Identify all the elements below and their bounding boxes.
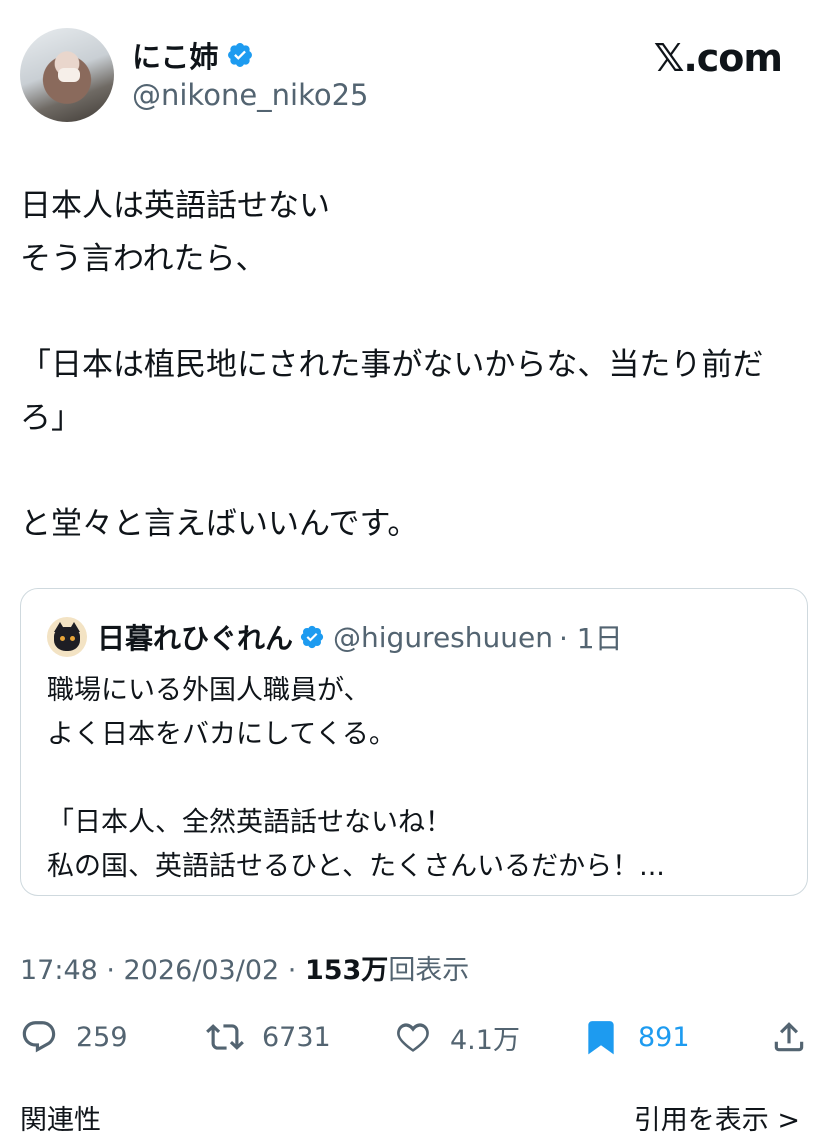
action-bar: 259 6731 4.1万 891 [20,1012,810,1062]
like-count: 4.1万 [450,1024,520,1056]
heart-icon [397,1023,429,1052]
reply-icon [22,1021,56,1053]
retweet-icon [206,1024,244,1050]
tweet-text: 日本人は英語話せない そう言われたら、 「日本は植民地にされた事がないからな、当… [20,188,764,542]
quoted-tweet-time: · 1日 [558,622,623,655]
like-button[interactable]: 4.1万 [394,1012,520,1062]
bookmark-icon [588,1021,614,1055]
view-quotes-link[interactable]: 引用を表示 > [634,1098,800,1137]
share-icon [774,1022,804,1052]
quoted-tweet-card[interactable]: 日暮れひぐれん @higureshuuen · 1日 職場にいる外国人職員が、 … [20,588,808,896]
tweet-meta: 17:48 · 2026/03/02 · 153万回表示 [20,948,469,987]
sort-relevance-label[interactable]: 関連性 [20,1098,101,1137]
bookmark-count: 891 [638,1021,690,1053]
verified-badge-icon [300,625,324,649]
author-handle[interactable]: @nikone_niko25 [132,78,369,112]
quoted-author-handle: @higureshuuen [333,620,553,654]
view-label: 回表示 [388,955,470,986]
reply-count: 259 [76,1021,128,1053]
author-name-row: にこ姉 [132,34,254,76]
share-button[interactable] [770,1012,808,1062]
quoted-tweet-header: 日暮れひぐれん @higureshuuen · 1日 [47,617,623,657]
verified-badge-icon [228,43,253,67]
bookmark-button[interactable]: 891 [582,1012,690,1062]
author-name[interactable]: にこ姉 [132,34,218,76]
view-count: 153万 [304,955,389,986]
tweet-timestamp[interactable]: 17:48 · 2026/03/02 · [20,955,305,986]
quoted-author-avatar [47,617,87,657]
tweet-header: にこ姉 @nikone_niko25 𝕏.com [20,28,810,128]
retweet-button[interactable]: 6731 [206,1012,331,1062]
x-logo: 𝕏.com [653,36,783,80]
retweet-count: 6731 [262,1021,331,1053]
author-avatar[interactable] [20,28,114,122]
quoted-author-name: 日暮れひぐれん [97,622,294,655]
reply-button[interactable]: 259 [20,1012,128,1062]
quoted-tweet-text: 職場にいる外国人職員が、 よく日本をバカにしてくる。 「日本人、全然英語話せない… [47,675,665,882]
